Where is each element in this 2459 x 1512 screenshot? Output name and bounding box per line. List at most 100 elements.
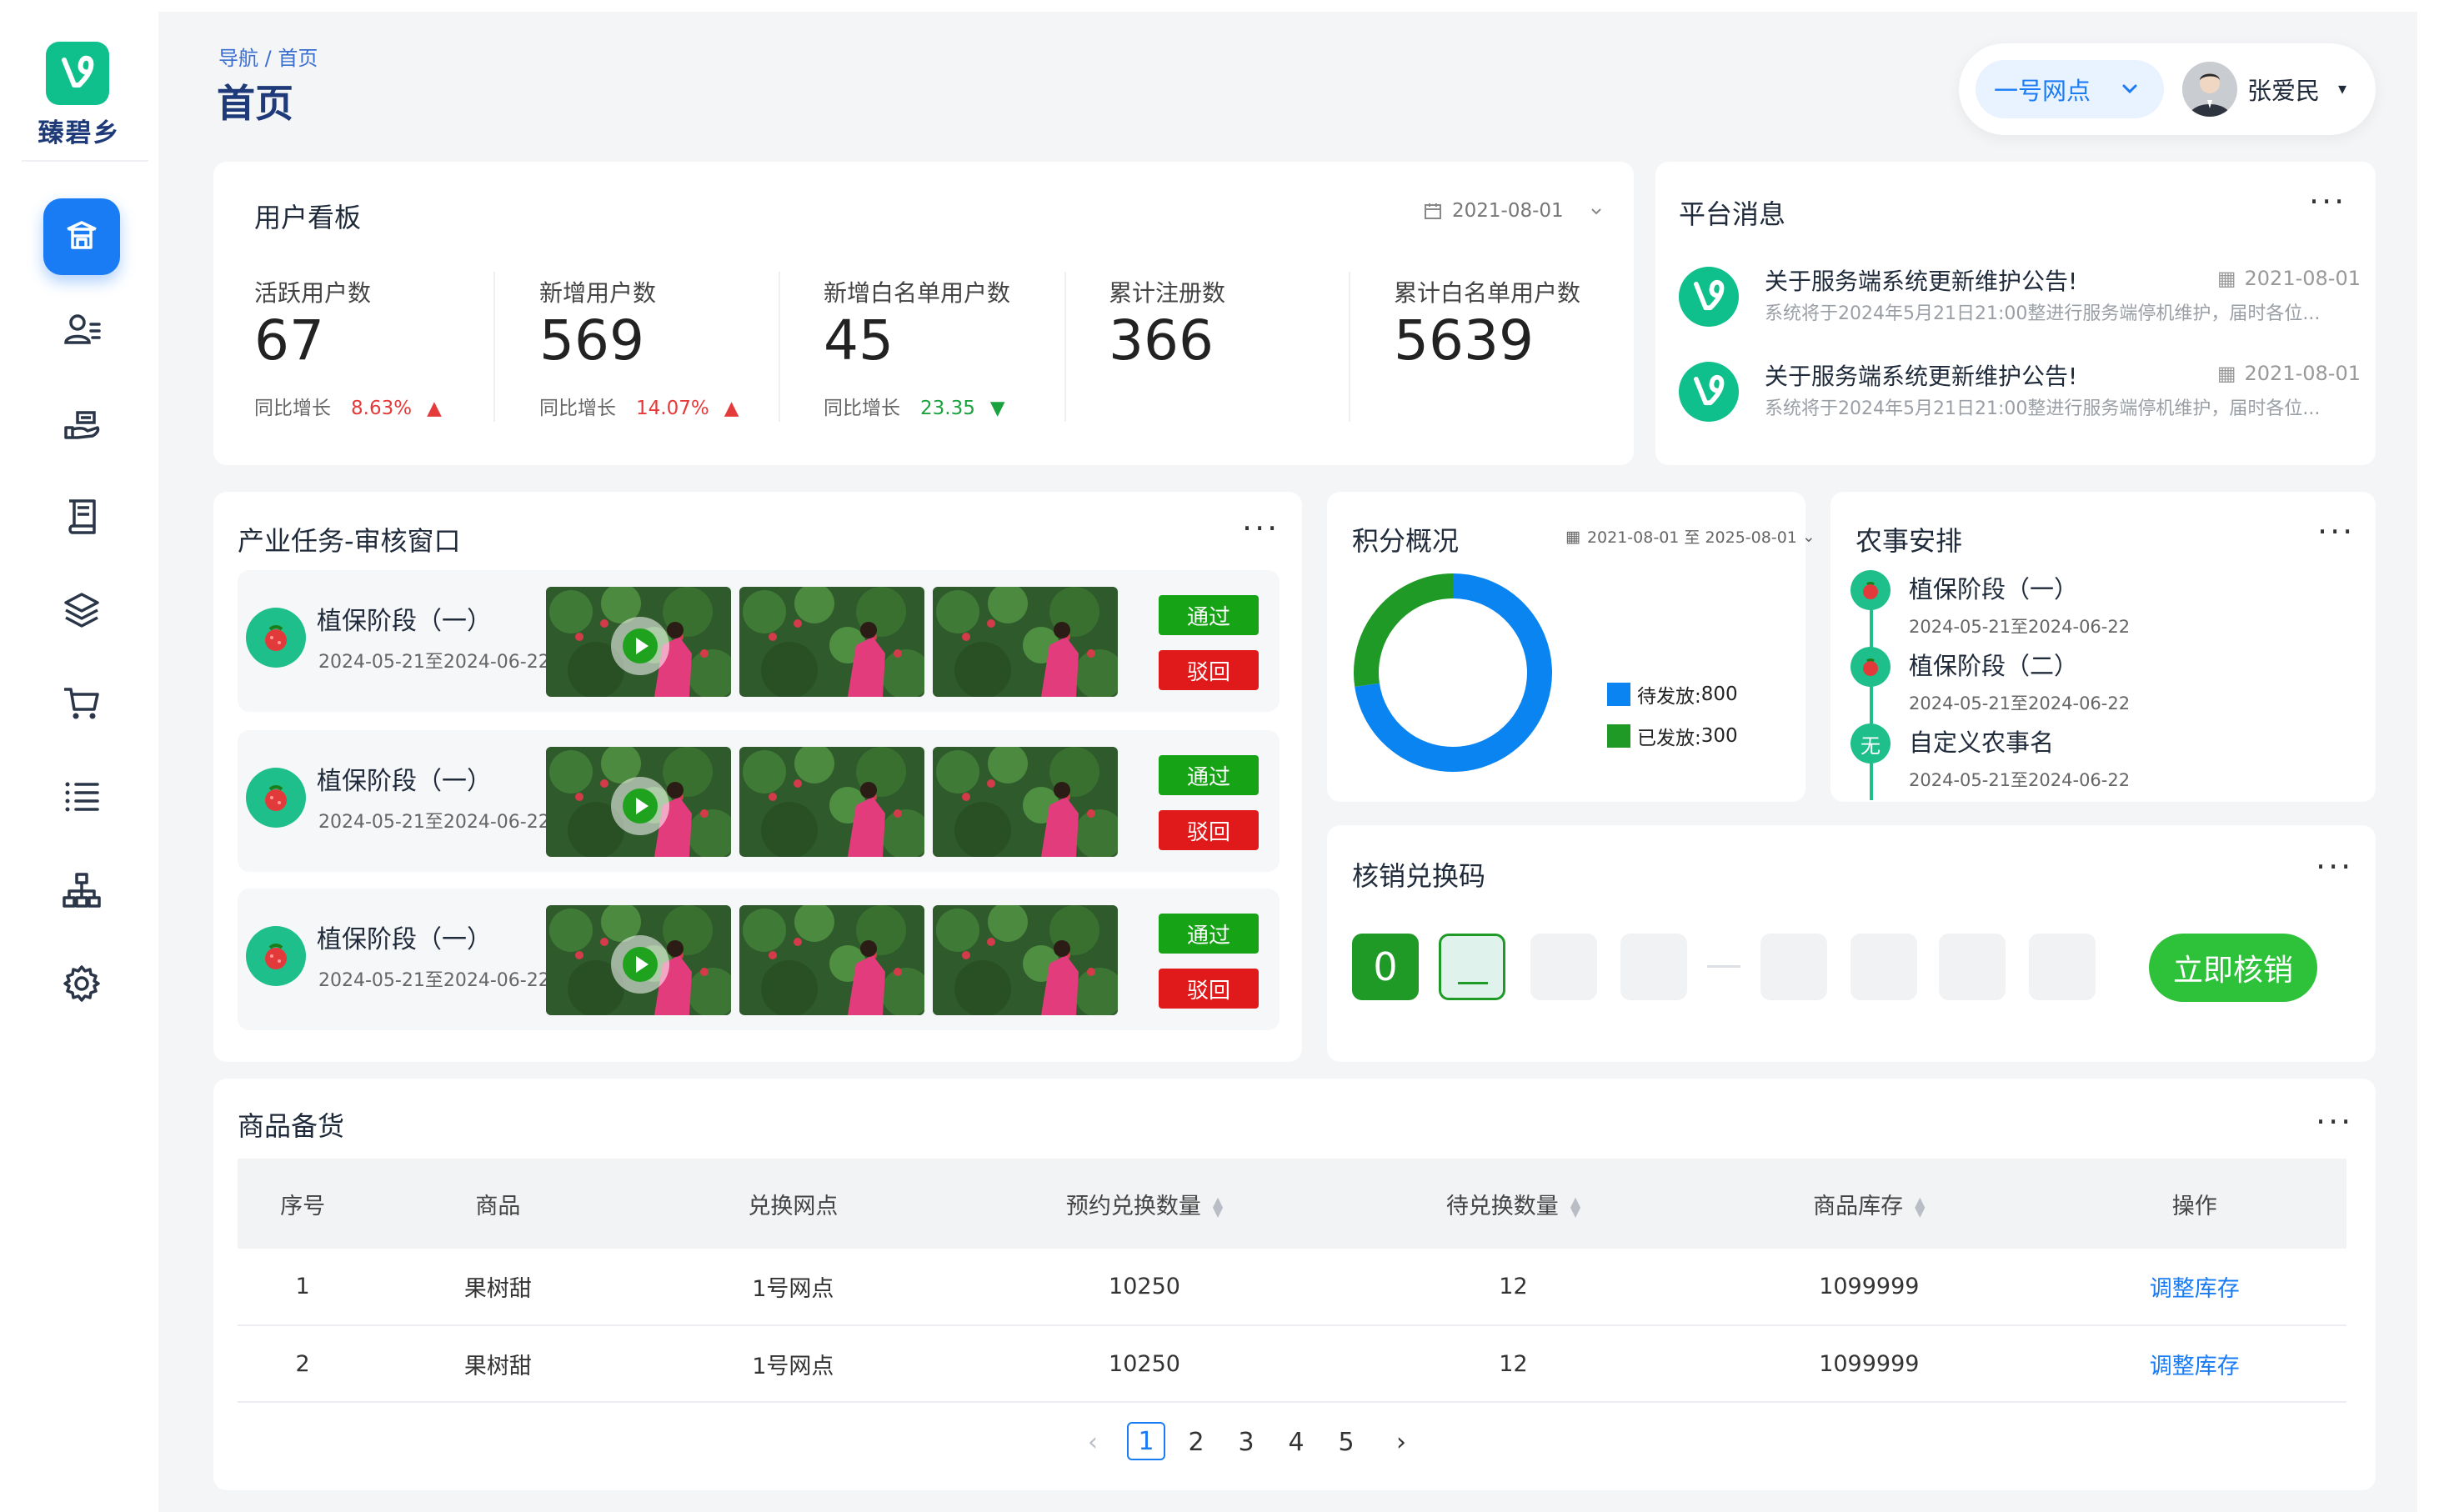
- code-digit-box[interactable]: [2029, 934, 2096, 1000]
- task-photo-thumbnail[interactable]: [933, 905, 1118, 1015]
- code-digit-box-active[interactable]: [1439, 934, 1505, 1000]
- play-icon[interactable]: [611, 935, 669, 994]
- table-row: 2 果树甜 1号网点 10250 12 1099999 调整库存: [238, 1325, 2346, 1403]
- farm-item-name: 植保阶段（二）: [1909, 652, 2079, 680]
- reject-button[interactable]: 驳回: [1159, 810, 1259, 850]
- user-name[interactable]: 张爱民: [2247, 72, 2320, 107]
- farm-item[interactable]: 自定义农事名 2024-05-21至2024-06-22: [1909, 723, 2130, 792]
- stat-value: 5639: [1394, 308, 1534, 373]
- code-digit-box[interactable]: [1620, 934, 1687, 1000]
- nav-item-layers[interactable]: [43, 572, 120, 648]
- message-item[interactable]: 关于服务端系统更新维护公告! ▦ 2021-08-01 系统将于2024年5月21…: [1660, 263, 2361, 347]
- sort-icon[interactable]: ▲ ▼: [1213, 1195, 1223, 1219]
- points-title: 积分概况: [1352, 525, 1460, 557]
- stat-new-users: 新增用户数 569 同比增长 14.07% ▲: [539, 258, 823, 425]
- task-photo-thumbnail[interactable]: [739, 587, 924, 697]
- task-date: 2024-05-21至2024-06-22: [318, 970, 550, 991]
- approve-button[interactable]: 通过: [1159, 755, 1259, 795]
- message-item[interactable]: 关于服务端系统更新维护公告! ▦ 2021-08-01 系统将于2024年5月21…: [1660, 358, 2361, 442]
- task-photo-thumbnail[interactable]: [739, 747, 924, 857]
- avatar[interactable]: [2182, 62, 2237, 117]
- task-photo-thumbnail[interactable]: [933, 747, 1118, 857]
- pager-prev-icon[interactable]: ‹: [1072, 1422, 1114, 1462]
- messages-title: 平台消息: [1679, 198, 1786, 230]
- approve-button[interactable]: 通过: [1159, 914, 1259, 954]
- nav-item-list[interactable]: [43, 759, 120, 835]
- nav-item-home[interactable]: [43, 198, 120, 275]
- code-digit-box[interactable]: [1760, 934, 1827, 1000]
- sort-icon[interactable]: ▲ ▼: [1570, 1195, 1580, 1219]
- logo: [46, 42, 109, 105]
- pager-page[interactable]: 5: [1325, 1422, 1367, 1462]
- legend-value: 300: [1700, 725, 1738, 747]
- stat-divider: [779, 272, 780, 422]
- redeem-button[interactable]: 立即核销: [2149, 934, 2317, 1002]
- nav-item-settings[interactable]: [43, 945, 120, 1022]
- site-select[interactable]: 一号网点: [1976, 60, 2164, 118]
- redeem-more-icon[interactable]: ···: [2316, 851, 2353, 883]
- code-digit-box[interactable]: [1851, 934, 1917, 1000]
- gear-icon: [63, 965, 100, 1002]
- task-photo-thumbnail[interactable]: [933, 587, 1118, 697]
- growth-value: 14.07%: [636, 398, 709, 419]
- points-date-picker[interactable]: ▦ 2021-08-01 至 2025-08-01 ⌄: [1565, 525, 1815, 548]
- farm-more-icon[interactable]: ···: [2317, 516, 2355, 548]
- column-header-sortable[interactable]: 预约兑换数量 ▲ ▼: [958, 1159, 1331, 1249]
- cell-reserved: 10250: [958, 1325, 1331, 1403]
- nav-item-org[interactable]: [43, 852, 120, 929]
- user-board-date-picker[interactable]: 2021-08-01: [1424, 200, 1604, 222]
- nav-item-users[interactable]: [43, 292, 120, 368]
- stat-divider: [1064, 272, 1066, 422]
- column-header-sortable[interactable]: 商品库存 ▲ ▼: [1695, 1159, 2043, 1249]
- nav-item-finance[interactable]: [43, 385, 120, 462]
- adjust-stock-link[interactable]: 调整库存: [2042, 1249, 2346, 1326]
- user-board-date: 2021-08-01: [1452, 200, 1564, 222]
- user-menu-caret[interactable]: ▾: [2338, 78, 2346, 98]
- task-video-thumbnail[interactable]: [546, 587, 731, 697]
- stat-label: 活跃用户数: [254, 279, 372, 307]
- stock-table: 序号 商品 兑换网点 预约兑换数量 ▲ ▼ 待兑换数量 ▲ ▼ 商品库存 ▲ ▼ 操作 1 …: [238, 1159, 2346, 1403]
- code-digit-box[interactable]: [1939, 934, 2006, 1000]
- legend-pending: 待发放: 800: [1607, 680, 1738, 708]
- approve-button[interactable]: 通过: [1159, 595, 1259, 635]
- nav-item-records[interactable]: [43, 478, 120, 555]
- task-video-thumbnail[interactable]: [546, 747, 731, 857]
- pager-page[interactable]: 3: [1225, 1422, 1267, 1462]
- message-body: 系统将于2024年5月21日21:00整进行服务端停机维护，届时各位...: [1765, 398, 2321, 419]
- nav-item-cart[interactable]: [43, 665, 120, 742]
- logo-text: 臻碧乡: [38, 118, 121, 148]
- stat-value: 67: [254, 308, 324, 373]
- breadcrumb[interactable]: 导航 / 首页: [218, 42, 318, 71]
- farm-item-name: 植保阶段（一）: [1909, 575, 2079, 603]
- pager-page[interactable]: 4: [1275, 1422, 1317, 1462]
- stat-total-whitelist: 累计白名单用户数 5639: [1394, 258, 1677, 425]
- stock-more-icon[interactable]: ···: [2316, 1106, 2353, 1138]
- pager-page[interactable]: 1: [1127, 1422, 1165, 1460]
- farm-item-date: 2024-05-21至2024-06-22: [1909, 617, 2131, 637]
- farm-item[interactable]: 植保阶段（一） 2024-05-21至2024-06-22: [1909, 570, 2130, 638]
- farm-item[interactable]: 植保阶段（二） 2024-05-21至2024-06-22: [1909, 647, 2130, 715]
- pager-page[interactable]: 2: [1175, 1422, 1217, 1462]
- pager-next-icon[interactable]: ›: [1380, 1422, 1422, 1462]
- lychee-icon: [1863, 658, 1878, 676]
- stat-growth: 同比增长 8.63% ▲: [254, 392, 442, 420]
- trend-up-icon: ▲: [724, 398, 739, 419]
- task-photo-thumbnail[interactable]: [739, 905, 924, 1015]
- tasks-more-icon[interactable]: ···: [1242, 513, 1280, 544]
- task-video-thumbnail[interactable]: [546, 905, 731, 1015]
- task-date: 2024-05-21至2024-06-22: [318, 812, 550, 833]
- code-digit-box[interactable]: 0: [1352, 934, 1419, 1000]
- stat-value: 569: [539, 308, 644, 373]
- sort-icon[interactable]: ▲ ▼: [1915, 1195, 1925, 1219]
- play-icon[interactable]: [611, 777, 669, 835]
- layers-icon: [64, 593, 99, 628]
- play-icon[interactable]: [611, 617, 669, 675]
- thumbnail-image: [739, 747, 924, 857]
- messages-more-icon[interactable]: ···: [2309, 186, 2346, 218]
- book-icon: [68, 499, 96, 534]
- reject-button[interactable]: 驳回: [1159, 650, 1259, 690]
- adjust-stock-link[interactable]: 调整库存: [2042, 1325, 2346, 1403]
- column-header-sortable[interactable]: 待兑换数量 ▲ ▼: [1330, 1159, 1696, 1249]
- reject-button[interactable]: 驳回: [1159, 969, 1259, 1009]
- code-digit-box[interactable]: [1530, 934, 1597, 1000]
